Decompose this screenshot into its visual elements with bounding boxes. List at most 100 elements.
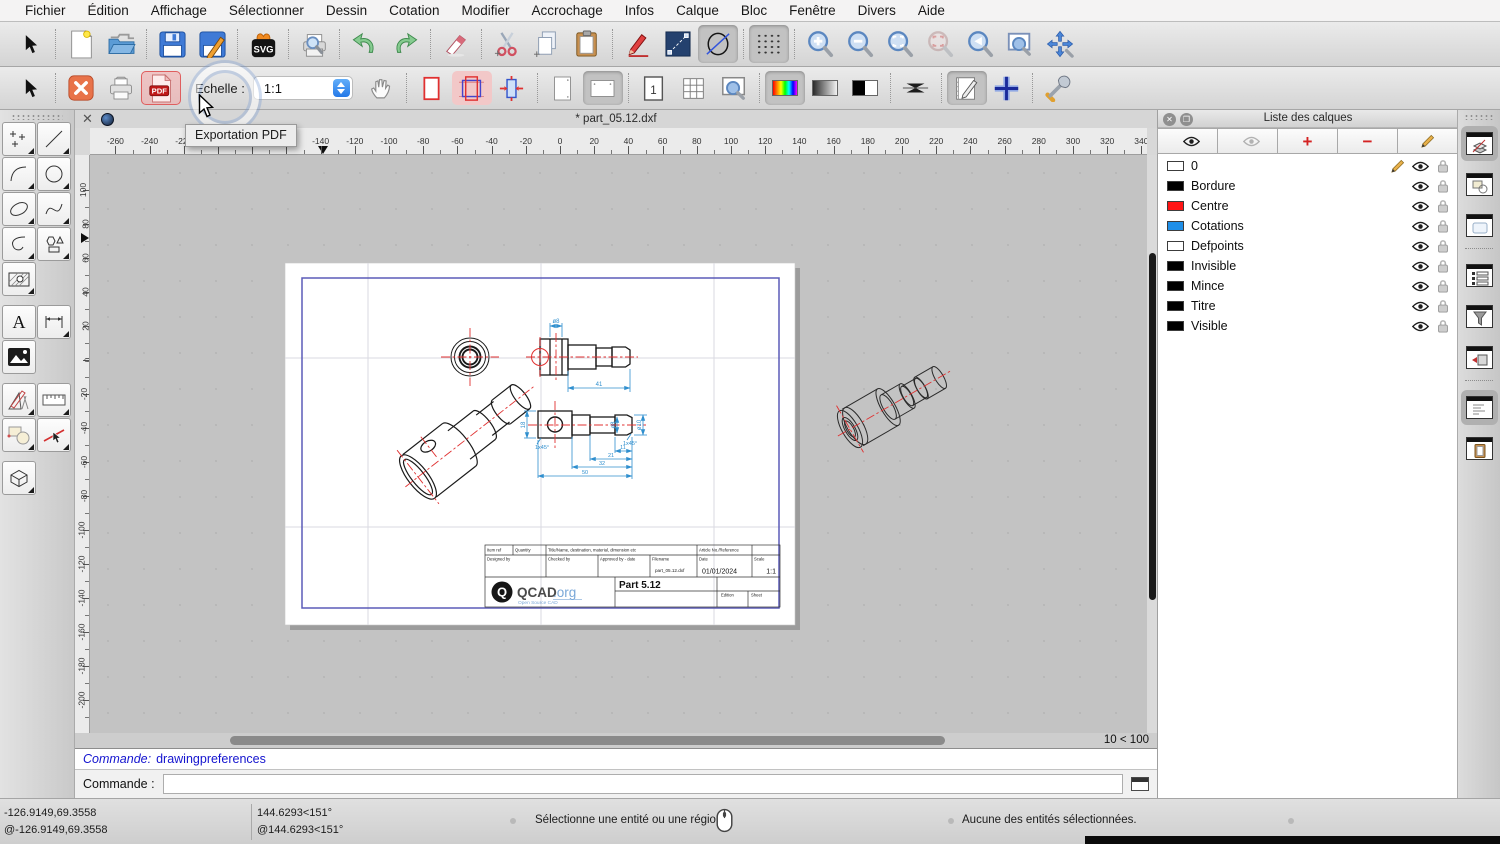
- spline-tool-button[interactable]: [37, 192, 71, 226]
- zoom-out-button[interactable]: [840, 25, 880, 63]
- menu-aide[interactable]: Aide: [907, 3, 956, 18]
- select-t-cursor-button[interactable]: [10, 25, 50, 63]
- palette-grip[interactable]: [11, 114, 63, 120]
- layer-row-centre[interactable]: Centre: [1158, 196, 1458, 216]
- page-overlay-button[interactable]: [451, 71, 492, 105]
- print-preview-button[interactable]: [294, 25, 334, 63]
- command-input[interactable]: [162, 774, 1123, 794]
- menu-infos[interactable]: Infos: [614, 3, 665, 18]
- layer-visibility-icon[interactable]: [1412, 281, 1429, 292]
- selection-filter-panel-button[interactable]: [1461, 299, 1498, 334]
- layer-color-swatch[interactable]: [1167, 301, 1184, 311]
- grayscale-mode-button[interactable]: [805, 71, 845, 105]
- zoom-in-button[interactable]: [800, 25, 840, 63]
- measure-tool-button[interactable]: [37, 383, 71, 417]
- layer-color-swatch[interactable]: [1167, 221, 1184, 231]
- layer-row-titre[interactable]: Titre: [1158, 296, 1458, 316]
- copy-button[interactable]: [527, 25, 567, 63]
- clipboard-panel-button[interactable]: [1461, 431, 1498, 466]
- layer-color-swatch[interactable]: [1167, 241, 1184, 251]
- dimension-tool-button[interactable]: [37, 305, 71, 339]
- hatch-tool-button[interactable]: [2, 262, 36, 296]
- blackwhite-mode-button[interactable]: [845, 71, 885, 105]
- wireframe-isometric[interactable]: [824, 347, 965, 460]
- multi-page-button[interactable]: [674, 71, 714, 105]
- menu-dessin[interactable]: Dessin: [315, 3, 378, 18]
- layer-lock-icon[interactable]: [1437, 179, 1449, 193]
- layer-visibility-icon[interactable]: [1412, 241, 1429, 252]
- save-as-button[interactable]: [192, 25, 232, 63]
- command-options-icon[interactable]: [1131, 777, 1149, 791]
- layer-row-cotations[interactable]: Cotations: [1158, 216, 1458, 236]
- layer-color-swatch[interactable]: [1167, 321, 1184, 331]
- svg-export-button[interactable]: SVG: [243, 25, 283, 63]
- layer-color-swatch[interactable]: [1167, 201, 1184, 211]
- crosshair-button[interactable]: [987, 71, 1027, 105]
- property-list-panel-button[interactable]: [1461, 258, 1498, 293]
- layer-color-swatch[interactable]: [1167, 281, 1184, 291]
- layer-lock-icon[interactable]: [1437, 159, 1449, 173]
- drawing-canvas[interactable]: ø8 41 18 ø8 ø10 1x45° 1x45° 11 21 32 50 …: [90, 155, 1147, 733]
- stepper-icon[interactable]: [332, 79, 350, 97]
- layer-lock-icon[interactable]: [1437, 199, 1449, 213]
- scale-select[interactable]: 1:1: [252, 76, 353, 100]
- image-tool-button[interactable]: [2, 340, 36, 374]
- viewport-3d-button[interactable]: [2, 461, 36, 495]
- portrait-page-button[interactable]: [543, 71, 583, 105]
- add-layer-button[interactable]: +: [1277, 128, 1338, 154]
- zoom-window-button[interactable]: [1000, 25, 1040, 63]
- circle-tool-button[interactable]: [37, 157, 71, 191]
- new-document-button[interactable]: [61, 25, 101, 63]
- zoom-auto-button[interactable]: [880, 25, 920, 63]
- application-preferences-button[interactable]: [1038, 71, 1078, 105]
- print-button[interactable]: [101, 71, 141, 105]
- delete-entities-button[interactable]: [436, 25, 476, 63]
- menu-édition[interactable]: Édition: [77, 3, 140, 18]
- undo-button[interactable]: [345, 25, 385, 63]
- arc-tool-button[interactable]: [2, 157, 36, 191]
- menu-bloc[interactable]: Bloc: [730, 3, 778, 18]
- redo-button[interactable]: [385, 25, 425, 63]
- landscape-page-button[interactable]: [582, 71, 623, 105]
- block-list-panel-button[interactable]: [1461, 167, 1498, 202]
- layer-list-panel-button[interactable]: [1460, 126, 1498, 161]
- polyline-tool-button[interactable]: [2, 227, 36, 261]
- layer-visibility-icon[interactable]: [1412, 301, 1429, 312]
- view-list-panel-button[interactable]: [1461, 208, 1498, 243]
- layer-visibility-icon[interactable]: [1412, 261, 1429, 272]
- layer-row-visible[interactable]: Visible: [1158, 316, 1458, 336]
- construction-line-toggle[interactable]: [698, 25, 738, 63]
- show-all-layers-button[interactable]: [1157, 128, 1218, 154]
- layer-visibility-icon[interactable]: [1412, 181, 1429, 192]
- menu-calque[interactable]: Calque: [665, 3, 730, 18]
- layer-color-swatch[interactable]: [1167, 181, 1184, 191]
- property-editor-button[interactable]: [618, 25, 658, 63]
- save-button[interactable]: [152, 25, 192, 63]
- layer-lock-icon[interactable]: [1437, 259, 1449, 273]
- menu-divers[interactable]: Divers: [847, 3, 907, 18]
- ellipse-tool-button[interactable]: [2, 192, 36, 226]
- lineweight-toggle[interactable]: [896, 71, 936, 105]
- layer-visibility-icon[interactable]: [1412, 321, 1429, 332]
- show-paper-borders-button[interactable]: [412, 71, 452, 105]
- layer-visibility-icon[interactable]: [1412, 221, 1429, 232]
- layer-row-mince[interactable]: Mince: [1158, 276, 1458, 296]
- hide-all-layers-button[interactable]: [1217, 128, 1278, 154]
- library-browser-panel-button[interactable]: [1461, 340, 1498, 375]
- pdf-export-button[interactable]: PDF: [141, 71, 181, 105]
- edit-layer-button[interactable]: [1397, 128, 1458, 154]
- layer-visibility-icon[interactable]: [1412, 201, 1429, 212]
- cut-button[interactable]: [487, 25, 527, 63]
- paste-button[interactable]: [567, 25, 607, 63]
- menu-modifier[interactable]: Modifier: [450, 3, 520, 18]
- layer-row-defpoints[interactable]: Defpoints: [1158, 236, 1458, 256]
- close-print-preview-button[interactable]: [61, 71, 101, 105]
- vertical-scrollbar-thumb[interactable]: [1148, 253, 1156, 600]
- layer-row-invisible[interactable]: Invisible: [1158, 256, 1458, 276]
- trim-tool-button[interactable]: [37, 418, 71, 452]
- modify-tool-button[interactable]: [2, 418, 36, 452]
- zoom-previous-button[interactable]: [960, 25, 1000, 63]
- single-page-button[interactable]: 1: [634, 71, 674, 105]
- selection-tool-button[interactable]: [658, 25, 698, 63]
- grid-toggle[interactable]: [749, 25, 789, 63]
